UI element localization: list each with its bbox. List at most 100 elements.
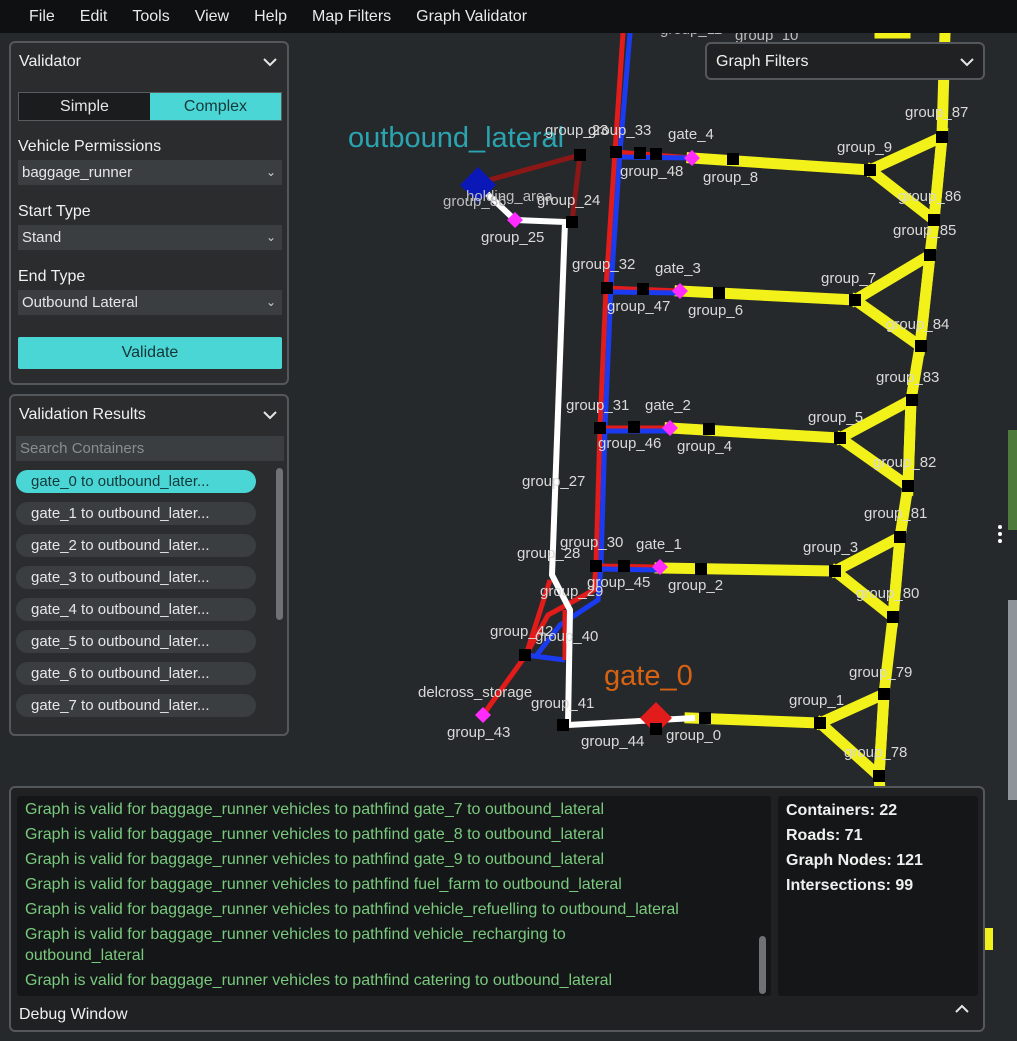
validation-results-header[interactable]: Validation Results: [19, 406, 277, 424]
result-item[interactable]: gate_4 to outbound_later...: [16, 598, 256, 621]
menu-help[interactable]: Help: [254, 8, 287, 26]
vehicle-permissions-label: Vehicle Permissions: [18, 138, 162, 155]
chevron-down-icon: ⌄: [265, 165, 276, 179]
menu-edit[interactable]: Edit: [80, 8, 108, 26]
log-line: Graph is valid for baggage_runner vehicl…: [25, 801, 605, 818]
svg-text:group_1: group_1: [789, 692, 844, 709]
svg-text:group_27: group_27: [522, 473, 585, 490]
svg-text:group_81: group_81: [864, 505, 927, 522]
mode-simple-button[interactable]: Simple: [19, 93, 150, 120]
end-type-select[interactable]: Outbound Lateral ⌄: [18, 290, 282, 315]
svg-text:delcross_storage: delcross_storage: [418, 684, 532, 701]
menu-graph-validator[interactable]: Graph Validator: [416, 8, 527, 26]
more-options-icon[interactable]: [996, 525, 1004, 546]
terrain-patch: [1008, 430, 1017, 530]
validator-header[interactable]: Validator: [19, 53, 277, 71]
log-line: Graph is valid for baggage_runner vehicl…: [25, 972, 613, 989]
log-line: Graph is valid for baggage_runner vehicl…: [25, 851, 605, 868]
svg-text:group_0: group_0: [666, 727, 721, 744]
vehicle-permissions-select[interactable]: baggage_runner ⌄: [18, 160, 282, 185]
gate-0-big-label: gate_0: [604, 660, 693, 692]
yellow-road-fragment: [985, 928, 993, 950]
stat-intersections: Intersections: 99: [786, 877, 914, 894]
log-line: Graph is valid for baggage_runner vehicl…: [25, 926, 566, 964]
log-line: Graph is valid for baggage_runner vehicl…: [25, 826, 605, 843]
mode-complex-button[interactable]: Complex: [150, 93, 281, 120]
svg-text:group_40: group_40: [535, 628, 598, 645]
menu-map-filters[interactable]: Map Filters: [312, 8, 391, 26]
result-item[interactable]: gate_3 to outbound_later...: [16, 566, 256, 589]
result-item[interactable]: gate_1 to outbound_later...: [16, 502, 256, 525]
validator-title: Validator: [19, 53, 81, 70]
svg-text:group_29: group_29: [540, 583, 603, 600]
result-item[interactable]: gate_7 to outbound_later...: [16, 694, 256, 717]
graph-stats: Containers: 22 Roads: 71 Graph Nodes: 12…: [778, 796, 978, 996]
log-scrollbar[interactable]: [759, 936, 766, 994]
validate-button[interactable]: Validate: [18, 337, 282, 369]
svg-text:gate_2: gate_2: [645, 397, 691, 414]
svg-text:group_28: group_28: [517, 545, 580, 562]
graph-filters-title: Graph Filters: [716, 53, 809, 70]
stat-roads: Roads: 71: [786, 827, 863, 844]
end-type-value: Outbound Lateral: [22, 294, 138, 311]
chevron-down-icon[interactable]: [263, 57, 277, 67]
svg-text:group_87: group_87: [905, 104, 968, 121]
chevron-up-icon[interactable]: [955, 1004, 969, 1013]
mode-toggle: Simple Complex: [18, 92, 282, 121]
menu-bar: File Edit Tools View Help Map Filters Gr…: [0, 0, 1017, 33]
start-type-value: Stand: [22, 229, 62, 246]
svg-text:group_85: group_85: [893, 222, 956, 239]
svg-text:group_84: group_84: [886, 316, 949, 333]
svg-text:group_4: group_4: [677, 438, 732, 455]
svg-text:group_8: group_8: [703, 169, 758, 186]
svg-text:group_43: group_43: [447, 724, 510, 741]
menu-view[interactable]: View: [195, 8, 229, 26]
svg-text:group_31: group_31: [566, 397, 629, 414]
start-type-label: Start Type: [18, 203, 91, 220]
start-type-select[interactable]: Stand ⌄: [18, 225, 282, 250]
svg-text:group_24: group_24: [537, 192, 600, 209]
svg-text:gate_4: gate_4: [668, 126, 714, 143]
validation-results-title: Validation Results: [19, 406, 146, 423]
outbound-lateral-label: outbound_lateral: [348, 122, 564, 154]
graph-filters-header[interactable]: Graph Filters: [716, 53, 974, 71]
debug-window-title: Debug Window: [19, 1006, 128, 1023]
search-containers-input[interactable]: [16, 436, 284, 461]
result-item[interactable]: gate_2 to outbound_later...: [16, 534, 256, 557]
validation-results-panel: Validation Results gate_0 to outbound_la…: [9, 394, 289, 736]
result-item[interactable]: gate_5 to outbound_later...: [16, 630, 256, 653]
svg-text:group_41: group_41: [531, 695, 594, 712]
svg-text:group_82: group_82: [873, 454, 936, 471]
svg-text:group_9: group_9: [837, 139, 892, 156]
chevron-down-icon[interactable]: [263, 410, 277, 420]
svg-text:group_86: group_86: [898, 188, 961, 205]
debug-log: Graph is valid for baggage_runner vehicl…: [17, 796, 771, 996]
svg-text:group_86: group_86: [443, 193, 506, 210]
svg-text:group_44: group_44: [581, 733, 644, 750]
result-item[interactable]: gate_6 to outbound_later...: [16, 662, 256, 685]
svg-text:group_46: group_46: [598, 435, 661, 452]
log-line: Graph is valid for baggage_runner vehicl…: [25, 901, 679, 918]
stat-containers: Containers: 22: [786, 802, 898, 819]
svg-text:group_6: group_6: [688, 302, 743, 319]
result-item[interactable]: gate_0 to outbound_later...: [16, 470, 256, 493]
svg-text:group_7: group_7: [821, 270, 876, 287]
svg-text:group_32: group_32: [572, 256, 635, 273]
chevron-down-icon: ⌄: [265, 295, 276, 309]
menu-file[interactable]: File: [29, 8, 55, 26]
svg-text:group_83: group_83: [876, 369, 939, 386]
end-type-label: End Type: [18, 268, 86, 285]
svg-text:group_80: group_80: [856, 585, 919, 602]
svg-text:group_5: group_5: [808, 409, 863, 426]
svg-text:group_3: group_3: [803, 539, 858, 556]
menu-tools[interactable]: Tools: [132, 8, 169, 26]
svg-text:gate_3: gate_3: [655, 260, 701, 277]
chevron-down-icon[interactable]: [960, 57, 974, 67]
chevron-down-icon: ⌄: [265, 230, 276, 244]
svg-text:group_47: group_47: [607, 298, 670, 315]
validator-panel: Validator Simple Complex Vehicle Permiss…: [9, 41, 289, 385]
results-scrollbar[interactable]: [276, 468, 283, 620]
log-line: Graph is valid for baggage_runner vehicl…: [25, 876, 622, 893]
graph-filters-panel[interactable]: Graph Filters: [705, 42, 985, 80]
stat-graph-nodes: Graph Nodes: 121: [786, 852, 923, 869]
